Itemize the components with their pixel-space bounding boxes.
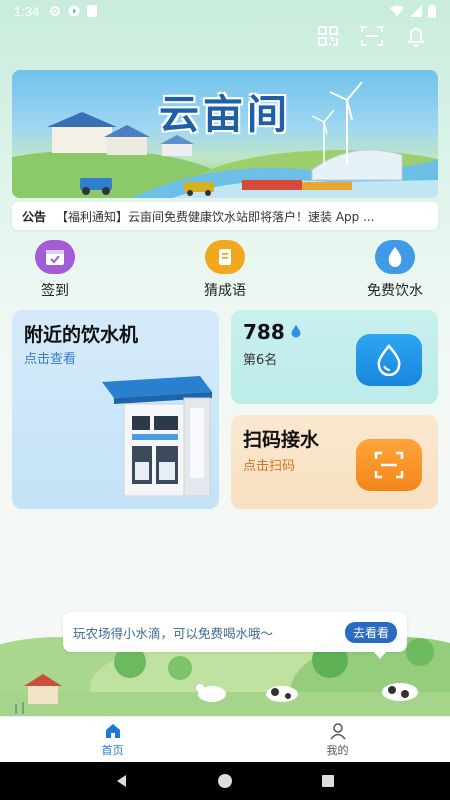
play-icon (68, 5, 80, 17)
quick-action-free-water[interactable]: 免费饮水 (350, 240, 440, 300)
quick-action-label: 免费饮水 (367, 283, 423, 299)
signal-icon (410, 5, 422, 17)
go-see-button[interactable]: 去看看 (344, 621, 397, 643)
promo-banner[interactable]: 云亩间 (12, 70, 438, 198)
card-subtitle: 点击查看 (24, 352, 77, 367)
quick-action-label: 签到 (41, 283, 69, 299)
quick-action-label: 猜成语 (204, 283, 246, 299)
score-rank: 第6名 (243, 353, 278, 368)
quick-actions: 签到 猜成语 免费饮水 (0, 240, 450, 300)
back-icon[interactable] (114, 773, 130, 789)
user-icon (329, 722, 346, 739)
banner-title: 云亩间 (159, 91, 291, 138)
notice-tag: 公告 (22, 209, 47, 224)
water-button-icon (356, 334, 422, 386)
battery-icon (428, 4, 436, 18)
tab-home[interactable]: 首页 (0, 717, 225, 762)
status-bar: 1:34 (0, 0, 450, 22)
scan-qr-icon (356, 439, 422, 491)
card-subtitle: 点击扫码 (243, 459, 296, 474)
home-circle-icon[interactable] (217, 773, 233, 789)
status-time: 1:34 (14, 3, 40, 19)
notice-message: 【福利通知】云亩间免费健康饮水站即将落户！速装 App ... (56, 209, 375, 224)
water-dispenser-illustration (102, 376, 212, 497)
scan-icon (361, 26, 383, 46)
tab-mine[interactable]: 我的 (225, 717, 450, 762)
sd-card-icon (87, 5, 98, 17)
farm-promo-bubble: 玩农场得小水滴，可以免费喝水哦～ 去看看 (63, 612, 407, 659)
tab-label: 我的 (326, 743, 349, 757)
notice-bar[interactable]: 公告 【福利通知】云亩间免费健康饮水站即将落户！速装 App ... (12, 202, 438, 230)
card-title: 扫码接水 (243, 429, 320, 451)
score-value-row: 788 (243, 320, 302, 344)
nearby-water-machine-card[interactable]: 附近的饮水机 点击查看 (12, 310, 219, 509)
quick-action-idiom[interactable]: 猜成语 (180, 240, 270, 300)
card-title: 附近的饮水机 (24, 324, 139, 346)
water-drop-icon (375, 240, 415, 274)
qr-code-button[interactable] (316, 24, 340, 48)
system-navigation-bar (0, 762, 450, 800)
quick-action-checkin[interactable]: 签到 (10, 240, 100, 300)
top-action-bar (316, 24, 428, 48)
scan-water-card[interactable]: 扫码接水 点击扫码 (231, 415, 438, 509)
bubble-tail (373, 651, 387, 659)
settings-icon (50, 6, 61, 16)
wifi-icon (390, 5, 404, 16)
bell-icon (407, 27, 425, 47)
bottom-tab-bar: 首页 我的 (0, 716, 450, 762)
scan-button[interactable] (360, 24, 384, 48)
calendar-check-icon (35, 240, 75, 274)
recents-icon[interactable] (320, 773, 336, 789)
qr-code-icon (318, 26, 338, 46)
tab-label: 首页 (101, 743, 124, 757)
status-notification-icons (49, 5, 98, 17)
water-drop-score-card[interactable]: 788 第6名 (231, 310, 438, 404)
notification-button[interactable] (404, 24, 428, 48)
home-icon (105, 723, 120, 738)
promo-text: 玩农场得小水滴，可以免费喝水哦～ (73, 625, 274, 641)
book-icon (205, 240, 245, 274)
status-system-icons (390, 4, 436, 18)
small-water-drop-icon (291, 325, 301, 338)
score-value: 788 (243, 320, 285, 344)
